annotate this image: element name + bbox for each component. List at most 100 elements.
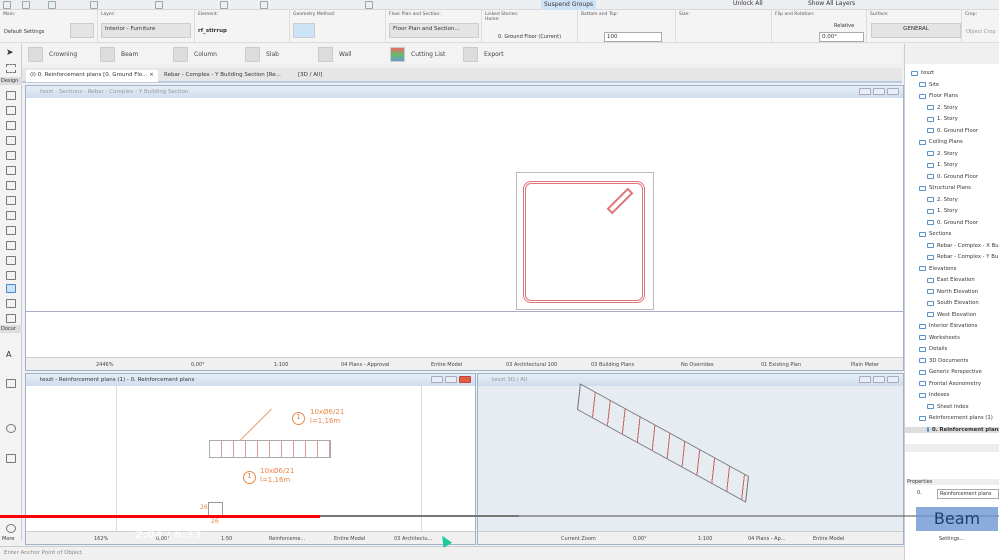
curtain-wall-tool-icon[interactable] <box>6 256 16 265</box>
door-tool-icon[interactable] <box>6 106 16 115</box>
minimize-button[interactable] <box>859 88 871 95</box>
navigator-item[interactable]: West Elevation <box>927 312 976 318</box>
close-button[interactable] <box>887 88 899 95</box>
figure-tool-icon[interactable] <box>6 454 16 463</box>
navigator-item[interactable]: South Elevation <box>927 300 979 306</box>
suspend-groups-button[interactable]: Suspend Groups <box>541 0 597 10</box>
settings-button[interactable]: Settings... <box>939 536 964 542</box>
scale-value[interactable]: 1:50 <box>221 536 232 542</box>
properties-header[interactable]: Properties <box>907 479 999 485</box>
navigator-item[interactable]: Elevations <box>919 266 956 272</box>
more-tools[interactable]: More <box>2 536 14 542</box>
layer-combination[interactable]: 04 Plans - Ap... <box>748 536 786 542</box>
toolbar-icon[interactable] <box>260 1 268 9</box>
model-view[interactable]: Entire Model <box>431 362 462 368</box>
show-all-layers-button[interactable]: Show All Layers <box>808 0 855 7</box>
home-story[interactable]: 0. Ground Floor (Current) <box>498 34 561 40</box>
find-icon[interactable] <box>90 1 98 9</box>
zoom-value[interactable]: 162% <box>94 536 108 542</box>
maximize-button[interactable] <box>873 376 885 383</box>
scale-value[interactable]: 1:100 <box>698 536 712 542</box>
favorite-cutting-list[interactable]: Cutting List <box>390 46 445 62</box>
crop-value[interactable]: Object Crop <box>966 29 996 35</box>
favorite-column[interactable]: Column <box>173 46 217 62</box>
roof-tool-icon[interactable] <box>6 211 16 220</box>
navigator-item[interactable]: 1. Story <box>927 208 958 214</box>
navigator-scrollbar[interactable] <box>905 444 999 452</box>
favorite-beam[interactable]: Beam <box>100 46 138 62</box>
railing-tool-icon[interactable] <box>6 196 16 205</box>
globe-tool-icon[interactable] <box>6 524 16 533</box>
favorite-wall[interactable]: Wall <box>318 46 352 62</box>
renovation-filter[interactable]: 01 Existing Plan <box>761 362 801 368</box>
settings-dialog-button[interactable] <box>70 23 94 38</box>
morph-tool-icon[interactable] <box>6 271 16 280</box>
rotation-value[interactable]: 0,00° <box>633 536 647 542</box>
model-view[interactable]: Entire Model <box>334 536 365 542</box>
video-progress-bar[interactable] <box>0 515 320 518</box>
toolbar-icon[interactable] <box>3 1 11 9</box>
model-view-option[interactable]: 03 Building Plans <box>591 362 634 368</box>
toolbar-icon[interactable] <box>155 1 163 9</box>
text-tool-icon[interactable]: A <box>6 350 16 359</box>
tab-building-section[interactable]: Rebar - Complex - Y Building Section [Re… <box>160 70 285 82</box>
rebar-marker[interactable]: 1 <box>292 412 305 425</box>
toolbar-icon[interactable] <box>365 1 373 9</box>
zoom-value[interactable]: 2446% <box>96 362 113 368</box>
navigator-item[interactable]: Rebar - Complex - Y Bu <box>927 254 998 260</box>
tab-3d[interactable]: [3D / All] <box>294 70 326 82</box>
maximize-button[interactable] <box>445 376 457 383</box>
unlock-all-button[interactable]: Unlock All <box>733 0 763 7</box>
navigator-item[interactable]: 2. Story <box>927 197 958 203</box>
close-button[interactable] <box>887 376 899 383</box>
navigator-item[interactable]: 0. Ground Floor <box>927 128 978 134</box>
favorite-crowning[interactable]: Crowning <box>28 46 77 62</box>
wall-tool-icon[interactable] <box>6 91 16 100</box>
window-tool-icon[interactable] <box>6 121 16 130</box>
minimize-button[interactable] <box>431 376 443 383</box>
scale-value[interactable]: 1:100 <box>274 362 288 368</box>
zone-tool-icon[interactable] <box>6 299 16 308</box>
toolbar-icon[interactable] <box>220 1 228 9</box>
toolbar-icon[interactable] <box>22 1 30 9</box>
floor-plan-section-button[interactable]: Floor Plan and Section... <box>389 23 479 38</box>
rebar-marker[interactable]: 1 <box>243 471 256 484</box>
bottom-top-field[interactable]: 100 <box>604 32 662 42</box>
shell-tool-icon[interactable] <box>6 226 16 235</box>
navigator-item[interactable]: 3D Documents <box>919 358 968 364</box>
geometry-method-straight[interactable] <box>293 23 315 38</box>
beam-tool-icon[interactable] <box>6 151 16 160</box>
graphic-override[interactable]: No Overrides <box>681 362 714 368</box>
navigator-item[interactable]: Floor Plans <box>919 93 958 99</box>
object-tool-icon[interactable] <box>6 284 16 293</box>
navigator-item[interactable]: 0. Ground Floor <box>927 220 978 226</box>
mesh-tool-icon[interactable] <box>6 241 16 250</box>
navigator-item[interactable]: North Elevation <box>927 289 978 295</box>
navigator-item[interactable]: Details <box>919 346 947 352</box>
properties-id[interactable]: 0. <box>917 490 922 496</box>
stair-tool-icon[interactable] <box>6 181 16 190</box>
navigator-item[interactable]: Interior Elevations <box>919 323 977 329</box>
navigator-item[interactable]: Generic Perspective <box>919 369 982 375</box>
slab-tool-icon[interactable] <box>6 166 16 175</box>
minimize-button[interactable] <box>859 376 871 383</box>
navigator-item[interactable]: East Elevation <box>927 277 975 283</box>
tab-reinforcement-plans[interactable]: (I) 0. Reinforcement plans [0. Ground Fl… <box>26 70 158 82</box>
dimension-standard[interactable]: Plain Meter <box>851 362 879 368</box>
zoom-value[interactable]: Current Zoom <box>561 536 596 542</box>
marquee-tool-icon[interactable] <box>6 64 16 73</box>
navigator-item[interactable]: Sections <box>919 231 951 237</box>
cut-icon[interactable] <box>48 1 56 9</box>
navigator-item[interactable]: Sheet Index <box>927 404 969 410</box>
lamp-tool-icon[interactable] <box>6 314 16 323</box>
rotation-field[interactable]: 0,00° <box>819 32 864 42</box>
pen-set[interactable]: 03 Architectu... <box>394 536 432 542</box>
navigator-item[interactable]: Frontal Axonometry <box>919 381 981 387</box>
navigator-item[interactable]: 1. Story <box>927 116 958 122</box>
column-tool-icon[interactable] <box>6 136 16 145</box>
close-button[interactable] <box>459 376 471 383</box>
beam-rebar-plan[interactable] <box>209 440 331 458</box>
navigator-item[interactable]: 2. Story <box>927 151 958 157</box>
navigator-item[interactable]: 1. Story <box>927 162 958 168</box>
model-view[interactable]: Entire Model <box>813 536 844 542</box>
